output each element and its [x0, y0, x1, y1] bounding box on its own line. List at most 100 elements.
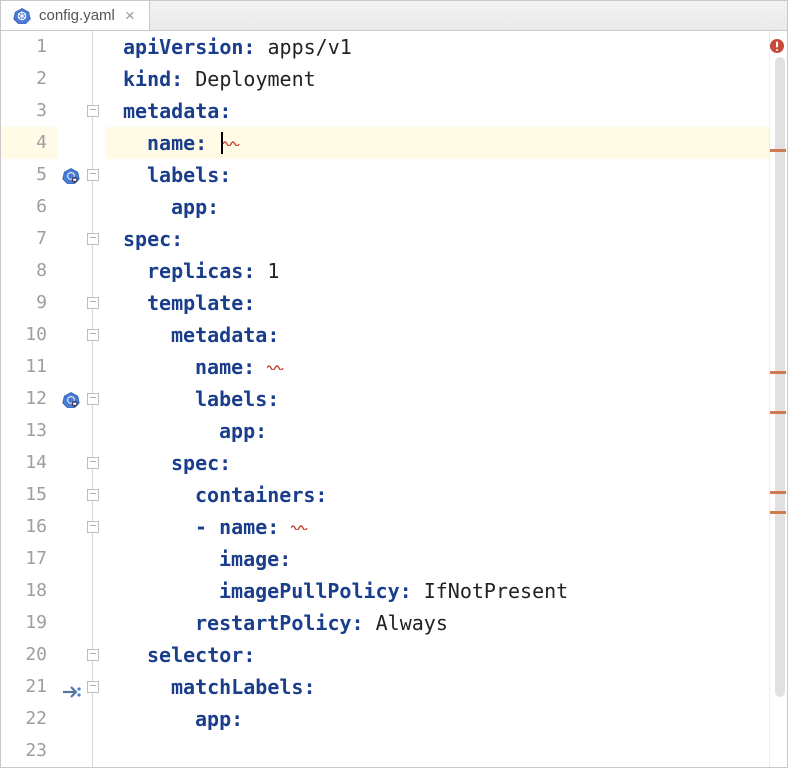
- editor-window: config.yaml × 12345678910111213141516171…: [0, 0, 788, 768]
- code-line[interactable]: containers:: [105, 479, 769, 511]
- kubernetes-icon: [62, 390, 80, 414]
- yaml-value: apps/v1: [268, 35, 352, 59]
- line-number: 10: [1, 319, 57, 351]
- line-number: 21: [1, 671, 57, 703]
- yaml-value: 1: [267, 259, 279, 283]
- line-number: 6: [1, 191, 57, 223]
- code-line[interactable]: imagePullPolicy: IfNotPresent: [105, 575, 769, 607]
- error-marker-strip[interactable]: [769, 31, 787, 767]
- code-line[interactable]: metadata:: [105, 95, 769, 127]
- yaml-dash: -: [195, 515, 219, 539]
- line-number: 2: [1, 63, 57, 95]
- code-line[interactable]: spec:: [105, 223, 769, 255]
- yaml-key: name: [219, 515, 267, 539]
- tab-bar: config.yaml ×: [1, 1, 787, 31]
- code-line[interactable]: template:: [105, 287, 769, 319]
- yaml-value: IfNotPresent: [424, 579, 569, 603]
- kubernetes-icon: [62, 166, 80, 190]
- line-number: 11: [1, 351, 57, 383]
- line-highlight: [87, 127, 105, 159]
- line-number: 9: [1, 287, 57, 319]
- yaml-key: spec: [123, 227, 171, 251]
- yaml-key: metadata: [171, 323, 267, 347]
- yaml-key: name: [147, 131, 195, 155]
- code-line[interactable]: app:: [105, 415, 769, 447]
- fold-toggle[interactable]: [87, 681, 99, 693]
- yaml-key: containers: [195, 483, 315, 507]
- yaml-key: app: [195, 707, 231, 731]
- line-number: 12: [1, 383, 57, 415]
- code-line[interactable]: labels:: [105, 383, 769, 415]
- fold-toggle[interactable]: [87, 489, 99, 501]
- line-number: 4: [1, 127, 57, 159]
- code-line[interactable]: matchLabels:: [105, 671, 769, 703]
- code-editor[interactable]: 1234567891011121314151617181920212223 ap…: [1, 31, 787, 767]
- line-number: 5: [1, 159, 57, 191]
- yaml-key: kind: [123, 67, 171, 91]
- code-line[interactable]: [105, 735, 769, 767]
- code-line[interactable]: name:: [105, 351, 769, 383]
- code-line[interactable]: restartPolicy: Always: [105, 607, 769, 639]
- yaml-key: app: [171, 195, 207, 219]
- line-number: 16: [1, 511, 57, 543]
- fold-toggle[interactable]: [87, 393, 99, 405]
- yaml-key: template: [147, 291, 243, 315]
- close-icon[interactable]: ×: [123, 7, 137, 24]
- yaml-key: replicas: [147, 259, 243, 283]
- line-number: 7: [1, 223, 57, 255]
- code-line[interactable]: image:: [105, 543, 769, 575]
- code-line[interactable]: name:: [105, 127, 769, 159]
- yaml-key: matchLabels: [171, 675, 303, 699]
- yaml-value: Always: [376, 611, 448, 635]
- scrollbar-thumb[interactable]: [775, 57, 785, 697]
- fold-toggle[interactable]: [87, 105, 99, 117]
- fold-toggle[interactable]: [87, 329, 99, 341]
- code-area[interactable]: apiVersion: apps/v1kind: Deploymentmetad…: [105, 31, 769, 767]
- yaml-key: restartPolicy: [195, 611, 352, 635]
- code-line[interactable]: labels:: [105, 159, 769, 191]
- yaml-key: apiVersion: [123, 35, 243, 59]
- line-number: 14: [1, 447, 57, 479]
- yaml-key: imagePullPolicy: [219, 579, 400, 603]
- line-number-gutter: 1234567891011121314151617181920212223: [1, 31, 57, 767]
- error-tick[interactable]: [770, 411, 786, 414]
- fold-toggle[interactable]: [87, 521, 99, 533]
- code-line[interactable]: replicas: 1: [105, 255, 769, 287]
- file-tab[interactable]: config.yaml ×: [1, 1, 150, 30]
- line-number: 22: [1, 703, 57, 735]
- fold-toggle[interactable]: [87, 169, 99, 181]
- code-line[interactable]: metadata:: [105, 319, 769, 351]
- yaml-key: metadata: [123, 99, 219, 123]
- code-line[interactable]: apiVersion: apps/v1: [105, 31, 769, 63]
- code-line[interactable]: kind: Deployment: [105, 63, 769, 95]
- code-line[interactable]: selector:: [105, 639, 769, 671]
- line-number: 3: [1, 95, 57, 127]
- fold-toggle[interactable]: [87, 297, 99, 309]
- yaml-key: app: [219, 419, 255, 443]
- line-number: 18: [1, 575, 57, 607]
- yaml-key: spec: [171, 451, 219, 475]
- fold-toggle[interactable]: [87, 457, 99, 469]
- line-number: 13: [1, 415, 57, 447]
- fold-toggle[interactable]: [87, 649, 99, 661]
- tab-filename: config.yaml: [39, 7, 115, 24]
- code-line[interactable]: spec:: [105, 447, 769, 479]
- navigate-icon[interactable]: [62, 680, 82, 704]
- error-badge-icon[interactable]: [769, 35, 785, 59]
- error-tick[interactable]: [770, 371, 786, 374]
- yaml-key: labels: [195, 387, 267, 411]
- error-tick[interactable]: [770, 491, 786, 494]
- yaml-key: name: [195, 355, 243, 379]
- line-highlight: [57, 127, 87, 159]
- fold-toggle[interactable]: [87, 233, 99, 245]
- code-line[interactable]: app:: [105, 191, 769, 223]
- error-tick[interactable]: [770, 149, 786, 152]
- yaml-key: image: [219, 547, 279, 571]
- code-line[interactable]: app:: [105, 703, 769, 735]
- gutter-icon-column: [57, 31, 87, 767]
- fold-column: [87, 31, 105, 767]
- code-line[interactable]: - name:: [105, 511, 769, 543]
- line-number: 1: [1, 31, 57, 63]
- error-tick[interactable]: [770, 511, 786, 514]
- line-number: 17: [1, 543, 57, 575]
